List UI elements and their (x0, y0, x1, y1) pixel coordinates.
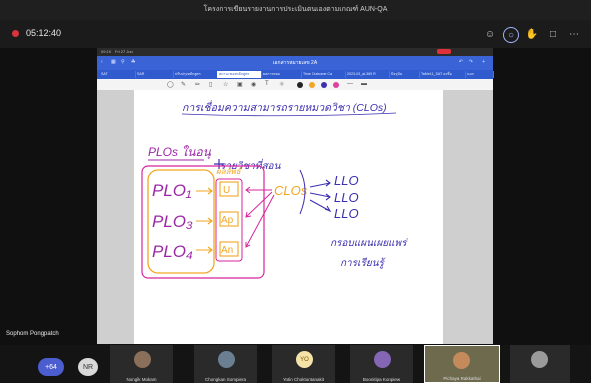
presenter-name: Sophom Pongpatch (6, 331, 59, 337)
meeting-toolbar: 05:12:40 ☺ ○ ✋ □ ⋯ (0, 20, 591, 49)
plo-3: PLO₃ (152, 212, 193, 231)
clos-label: CLOs (274, 183, 308, 198)
whiteboard-canvas[interactable]: การเชื่อมความสามารถรายหมวดวิชา (CLOs) PL… (134, 90, 443, 344)
domain-ap: Ap (221, 215, 234, 226)
text-icon[interactable]: T (265, 81, 269, 87)
chat-icon[interactable]: ○ (503, 27, 519, 43)
arrow-plo4 (196, 246, 213, 254)
participant-name: Pichaya Rakkathai (443, 376, 481, 381)
page-margin-left (97, 90, 134, 344)
camera-icon[interactable]: ◉ (251, 81, 256, 88)
shape-icon[interactable]: ☆ (223, 81, 228, 88)
participant-tile[interactable]: Boonitipa Konpiew (350, 345, 413, 383)
tab-4[interactable]: สถานะของหลักสูตร (217, 71, 262, 78)
window-title: โครงการเขียนรายงานการประเมินตนเองตามเกณฑ… (203, 6, 388, 13)
ipad-status-bar: 09:19 Fri 27 Jun (97, 48, 493, 56)
thick-line-icon[interactable]: ▬ (361, 81, 367, 87)
add-page-icon[interactable]: + (482, 59, 485, 65)
tab-1[interactable]: SAT (99, 71, 136, 78)
participant-name: Boonitipa Konpiew (362, 377, 401, 382)
tab-6[interactable]: Time Outcome Ca (301, 71, 346, 78)
plo-4: PLO₄ (152, 242, 193, 261)
participant-initials-nr[interactable]: NR (78, 358, 98, 376)
note-line-1: กรอบแผนเผยแพร่ (330, 238, 408, 249)
arrow-llo-3 (309, 199, 332, 213)
document-title: เอกสารหมายเลข 2A (272, 60, 318, 66)
tab-8[interactable]: ปัจจุบัน (389, 71, 420, 78)
pen-icon[interactable]: ✎ (181, 81, 186, 88)
screen-recording-icon (437, 49, 451, 54)
page-margin-right (443, 90, 493, 344)
share-icon[interactable]: □ (545, 26, 561, 42)
llo-2: LLO (334, 190, 359, 205)
avatar: YO (296, 351, 313, 368)
participant-name: Chongkan Sompiera (204, 377, 247, 382)
image-icon[interactable]: ▣ (237, 81, 243, 88)
arrow-clo-an (245, 194, 275, 248)
avatar (134, 351, 151, 368)
ipad-date: Fri 27 Jun (115, 49, 133, 54)
arrow-llo-2 (309, 192, 331, 201)
more-icon[interactable]: ⋯ (566, 26, 582, 42)
llo-3: LLO (334, 206, 359, 221)
tab-10[interactable]: นอก (465, 71, 494, 78)
llo-1: LLO (334, 173, 359, 188)
arrow-clo-u (245, 186, 272, 194)
arrow-clo-ap (245, 191, 273, 218)
tab-3[interactable]: ปรับปรุงหลักสูตร (173, 71, 218, 78)
notebook-tabs: SAT SAR ปรับปรุงหลักสูตร สถานะของหลักสูต… (97, 70, 494, 79)
color-pink-icon[interactable] (333, 82, 339, 88)
participant-name: Nonglk Mokam (126, 377, 157, 382)
domain-u: U (223, 185, 230, 196)
participant-tile[interactable] (510, 345, 570, 383)
lasso-icon[interactable]: ◯ (167, 81, 174, 88)
avatar (218, 351, 235, 368)
arrow-llo-1 (309, 179, 331, 188)
undo-icon[interactable]: ↶ (459, 59, 463, 65)
redo-icon[interactable]: ↷ (469, 59, 473, 65)
drawing-tools: ◯ ✎ ✏ ▯ ☆ ▣ ◉ T ⚛ — ▬ (97, 79, 493, 90)
domain-heading: ผลลัพธ์ (216, 166, 243, 176)
thin-line-icon[interactable]: — (347, 81, 353, 87)
handwriting-svg: การเชื่อมความสามารถรายหมวดวิชา (CLOs) PL… (141, 100, 408, 279)
tab-7[interactable]: 2023-03_ai-365 R (345, 71, 390, 78)
participant-tile[interactable]: YO Yotin Choktuntanakit (272, 345, 335, 383)
domain-an: An (221, 245, 233, 256)
tab-2[interactable]: SAR (135, 71, 174, 78)
participant-tile[interactable]: Chongkan Sompiera (194, 345, 257, 383)
laser-icon[interactable]: ⚛ (279, 81, 284, 88)
meeting-timer: 05:12:40 (26, 28, 62, 38)
avatar (531, 351, 548, 368)
highlighter-icon[interactable]: ✏ (195, 81, 200, 88)
recording-indicator-icon (12, 30, 19, 37)
color-orange-icon[interactable] (309, 82, 315, 88)
participant-video-tile[interactable]: Pichaya Rakkathai (424, 345, 500, 383)
tab-9[interactable]: TaMe11_SAT ลงชื่อ (419, 71, 466, 78)
title-bar: โครงการเขียนรายงานการประเมินตนเองตามเกณฑ… (0, 0, 591, 20)
color-blue-icon[interactable] (321, 82, 327, 88)
shared-screen: 09:19 Fri 27 Jun ‹ ▦ ⚲ ☘ เอกสารหมายเลข 2… (97, 48, 494, 344)
people-icon[interactable]: ☺ (482, 26, 498, 42)
note-line-2: การเรียนรู้ (340, 257, 386, 269)
more-participants-button[interactable]: +64 (38, 358, 64, 376)
ipad-time: 09:19 (101, 49, 112, 54)
tab-5[interactable]: ผลการสอบ (261, 71, 302, 78)
eraser-icon[interactable]: ▯ (209, 81, 212, 88)
hand-icon[interactable]: ✋ (524, 26, 540, 42)
arrow-plo1 (196, 187, 213, 195)
participant-tile[interactable]: Nonglk Mokam (110, 345, 173, 383)
notebook-header: ‹ ▦ ⚲ ☘ เอกสารหมายเลข 2A ↶ ↷ + (97, 56, 493, 70)
avatar (453, 352, 470, 369)
arrow-plo3 (196, 217, 213, 225)
plo-1: PLO₁ (152, 181, 191, 200)
avatar (374, 351, 391, 368)
participant-strip: +64 NR Nonglk Mokam Chongkan Sompiera YO… (0, 345, 591, 383)
color-black-icon[interactable] (297, 82, 303, 88)
board-title: การเชื่อมความสามารถรายหมวดวิชา (CLOs) (182, 100, 387, 114)
plos-heading: PLOs ในอนุ (148, 145, 212, 160)
participant-name: Yotin Choktuntanakit (282, 377, 325, 382)
